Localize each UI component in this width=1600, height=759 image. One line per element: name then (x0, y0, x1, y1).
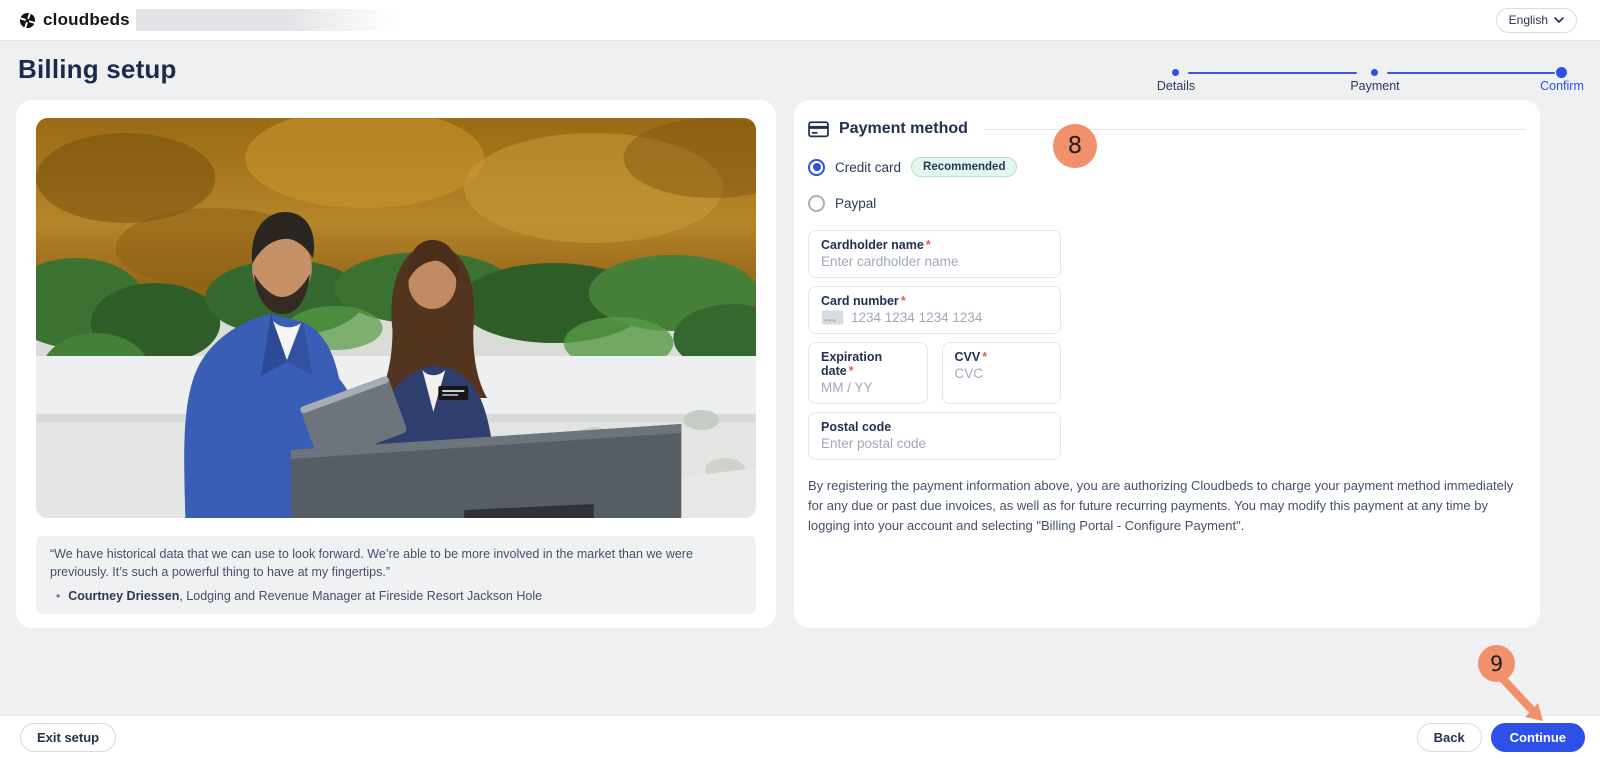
radio-option-credit-card[interactable]: Credit card Recommended (808, 156, 1526, 178)
chevron-down-icon (1554, 17, 1564, 23)
cvv-label-text: CVV (955, 350, 981, 364)
cloudbeds-pinwheel-icon (18, 11, 37, 30)
card-brand-icon (821, 310, 844, 325)
payment-method-title: Payment method (839, 120, 968, 138)
radio-option-paypal[interactable]: Paypal (808, 192, 1526, 214)
language-selector[interactable]: English (1496, 8, 1577, 33)
card-form: Cardholder name* Card number* Expiration… (808, 230, 1061, 460)
radio-paypal-label: Paypal (835, 196, 876, 211)
attribution-name: Courtney Driessen (68, 589, 179, 603)
cvv-field[interactable]: CVV* (942, 342, 1062, 404)
testimonial-box: “We have historical data that we can use… (36, 536, 756, 614)
promo-panel: “We have historical data that we can use… (16, 100, 776, 628)
step-connector-1 (1188, 72, 1357, 74)
footer-action-bar: Exit setup Back Continue (0, 715, 1600, 759)
required-asterisk: * (849, 364, 854, 378)
card-number-label: Card number* (821, 294, 1048, 308)
cardholder-name-input[interactable] (821, 254, 1048, 269)
required-asterisk: * (982, 350, 987, 364)
card-number-field[interactable]: Card number* (808, 286, 1061, 334)
step-label-details: Details (1130, 79, 1222, 93)
recommended-badge: Recommended (911, 157, 1017, 177)
postal-label-text: Postal code (821, 420, 891, 434)
billing-setup-page: cloudbeds English Billing setup Details … (0, 0, 1600, 759)
payment-authorization-legal-text: By registering the payment information a… (808, 476, 1526, 536)
radio-paypal[interactable] (808, 195, 825, 212)
testimonial-attribution: • Courtney Driessen, Lodging and Revenue… (50, 589, 742, 603)
step-connector-2 (1387, 72, 1555, 74)
cardholder-name-field[interactable]: Cardholder name* (808, 230, 1061, 278)
language-label: English (1509, 13, 1548, 27)
page-title: Billing setup (18, 54, 177, 85)
cardholder-name-label: Cardholder name* (821, 238, 1048, 252)
logo-wordmark: cloudbeds (43, 10, 130, 30)
credit-card-icon (808, 121, 829, 138)
required-asterisk: * (926, 238, 931, 252)
postal-code-field[interactable]: Postal code (808, 412, 1061, 460)
cvv-label: CVV* (955, 350, 1049, 364)
continue-button[interactable]: Continue (1491, 723, 1585, 752)
postal-code-label: Postal code (821, 420, 1048, 434)
step-dot-payment (1371, 69, 1378, 76)
required-asterisk: * (901, 294, 906, 308)
back-button[interactable]: Back (1417, 723, 1482, 752)
promo-photo (36, 118, 756, 518)
payment-method-panel: Payment method Credit card Recommended P… (794, 100, 1540, 628)
attribution-role: , Lodging and Revenue Manager at Firesid… (179, 589, 542, 603)
redacted-text-placeholder (136, 9, 398, 31)
testimonial-quote: “We have historical data that we can use… (50, 546, 742, 581)
expiration-date-field[interactable]: Expiration date* (808, 342, 928, 404)
cardholder-label-text: Cardholder name (821, 238, 924, 252)
cvv-input[interactable] (955, 366, 1049, 381)
annotation-step-8: 8 (1053, 124, 1097, 168)
progress-stepper: Details Payment Confirm (1130, 58, 1592, 94)
step-dot-confirm (1556, 67, 1567, 78)
expiration-date-label: Expiration date* (821, 350, 915, 378)
card-number-label-text: Card number (821, 294, 899, 308)
expiration-date-input[interactable] (821, 380, 915, 395)
step-dot-details (1172, 69, 1179, 76)
annotation-step-9: 9 (1478, 645, 1515, 682)
top-header-bar: cloudbeds English (0, 0, 1600, 41)
cloudbeds-logo: cloudbeds (18, 10, 130, 30)
postal-code-input[interactable] (821, 436, 1048, 451)
card-number-input[interactable] (851, 310, 1048, 325)
step-label-payment: Payment (1329, 79, 1421, 93)
exit-setup-button[interactable]: Exit setup (20, 723, 116, 752)
radio-credit-card-label: Credit card (835, 160, 901, 175)
payment-method-header: Payment method (808, 114, 1526, 142)
radio-credit-card[interactable] (808, 159, 825, 176)
step-label-confirm: Confirm (1516, 79, 1600, 93)
bullet-marker: • (50, 589, 60, 603)
attribution-text: Courtney Driessen, Lodging and Revenue M… (68, 589, 542, 603)
